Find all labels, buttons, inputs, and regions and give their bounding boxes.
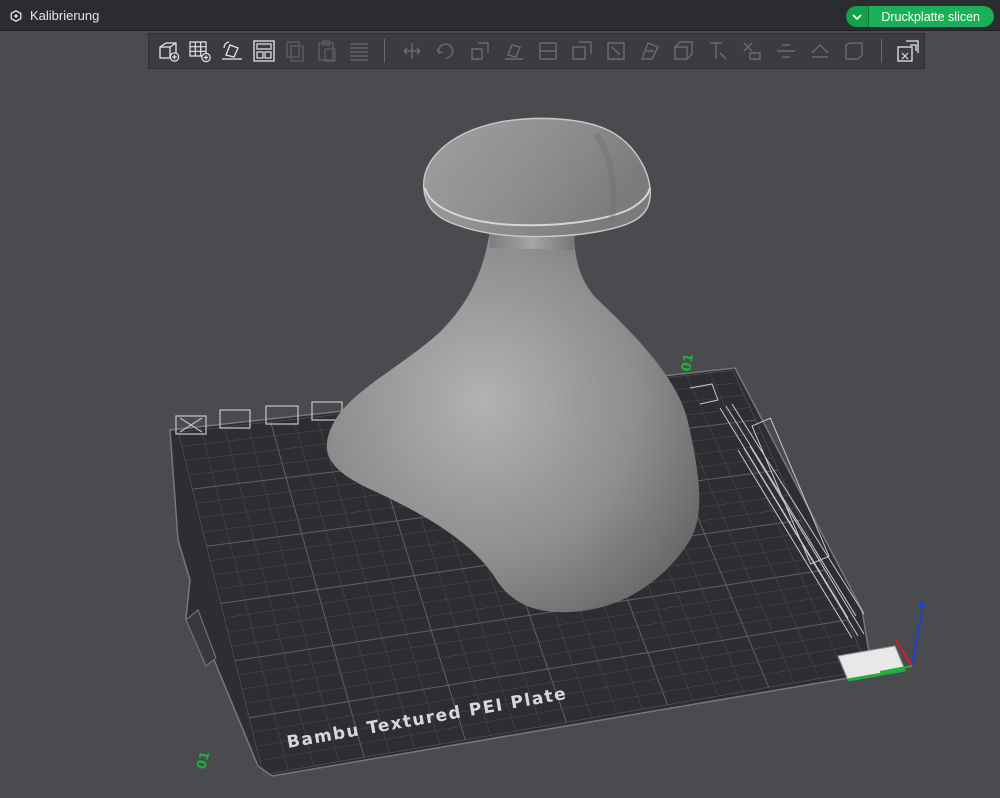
bed-label-front: 01	[194, 750, 213, 771]
arrange-button[interactable]	[250, 36, 278, 66]
slice-plate-button[interactable]: Druckplatte slicen	[869, 6, 994, 27]
vase-rim	[423, 117, 651, 238]
main-toolbar	[148, 33, 925, 69]
lay-on-face-button[interactable]	[499, 36, 529, 66]
object-tools	[395, 36, 871, 66]
add-object-icon	[159, 42, 180, 62]
add-plate-button[interactable]	[187, 36, 215, 66]
mesh-boolean-button[interactable]	[839, 36, 869, 66]
boolean-button[interactable]	[567, 36, 597, 66]
scale-button[interactable]	[465, 36, 495, 66]
toolbar-separator-end	[881, 39, 883, 63]
assembly-button[interactable]	[737, 36, 767, 66]
lay-on-face-icon	[505, 44, 524, 60]
cut-icon	[539, 42, 558, 60]
text-button[interactable]	[703, 36, 733, 66]
arrange-icon	[253, 40, 275, 62]
3d-scene: Bambu Textured PEI Plate 01 01	[169, 117, 926, 777]
split-button[interactable]	[771, 36, 801, 66]
auto-orient-icon	[222, 41, 243, 60]
scale-icon	[471, 42, 490, 60]
rotate-button[interactable]	[431, 36, 461, 66]
measure-button[interactable]	[669, 36, 699, 66]
copy-icon	[286, 41, 305, 62]
slice-dropdown-button[interactable]	[846, 6, 870, 27]
assembly-view-button[interactable]	[894, 36, 922, 66]
text-icon	[710, 42, 727, 60]
3d-viewport[interactable]: Bambu Textured PEI Plate 01 01	[0, 70, 1000, 798]
paste-icon	[318, 40, 336, 62]
cut-button[interactable]	[533, 36, 563, 66]
move-button[interactable]	[397, 36, 427, 66]
calibration-menu-label: Kalibrierung	[30, 8, 100, 23]
auto-orient-button[interactable]	[218, 36, 246, 66]
support-paint-icon	[607, 42, 626, 60]
seam-paint-button[interactable]	[635, 36, 665, 66]
move-icon	[403, 43, 421, 59]
boolean-icon	[572, 41, 593, 60]
add-object-button[interactable]	[155, 36, 183, 66]
variable-layer-height-button[interactable]	[805, 36, 835, 66]
mesh-boolean-icon	[845, 42, 864, 60]
toolbar-separator	[384, 39, 386, 63]
slice-button-group: Druckplatte slicen	[846, 6, 994, 27]
seam-paint-icon	[641, 42, 660, 60]
measure-icon	[674, 41, 694, 60]
bed-label-rear: 01	[679, 352, 697, 372]
layers-icon	[349, 43, 368, 61]
split-icon	[777, 44, 796, 58]
variable-layer-height-icon	[811, 44, 829, 58]
chevron-down-icon	[852, 13, 862, 20]
assembly-view-icon	[897, 40, 919, 62]
add-plate-icon	[189, 41, 212, 63]
copy-button[interactable]	[282, 36, 310, 66]
paste-button[interactable]	[313, 36, 341, 66]
calibration-icon	[10, 9, 22, 22]
top-bar: Kalibrierung Druckplatte slicen	[0, 0, 1000, 31]
support-paint-button[interactable]	[601, 36, 631, 66]
calibration-menu[interactable]: Kalibrierung	[10, 0, 99, 31]
layers-button[interactable]	[345, 36, 373, 66]
assembly-icon	[743, 42, 762, 60]
rotate-icon	[436, 43, 454, 59]
